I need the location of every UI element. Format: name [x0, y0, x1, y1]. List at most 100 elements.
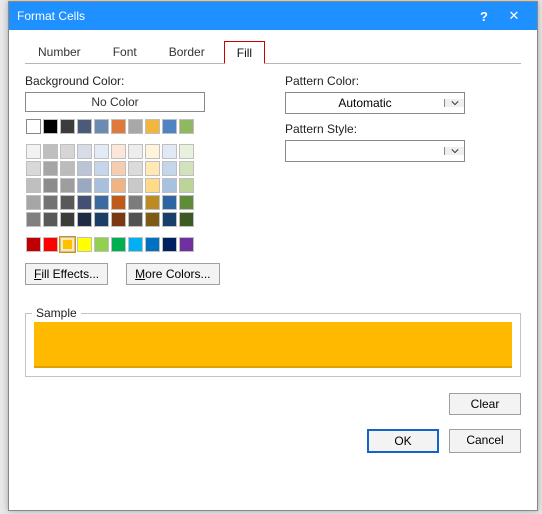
- color-swatch[interactable]: [94, 237, 109, 252]
- pattern-color-dropdown[interactable]: Automatic: [285, 92, 465, 114]
- color-swatch[interactable]: [26, 178, 41, 193]
- color-swatch[interactable]: [43, 144, 58, 159]
- color-swatch[interactable]: [179, 212, 194, 227]
- color-swatch[interactable]: [94, 119, 109, 134]
- color-swatch[interactable]: [77, 144, 92, 159]
- color-swatch[interactable]: [94, 144, 109, 159]
- sample-preview: [34, 322, 512, 368]
- color-swatch[interactable]: [111, 212, 126, 227]
- color-swatch[interactable]: [162, 178, 177, 193]
- color-swatch[interactable]: [60, 178, 75, 193]
- color-swatch[interactable]: [162, 237, 177, 252]
- color-swatch[interactable]: [128, 119, 143, 134]
- color-swatch[interactable]: [94, 178, 109, 193]
- color-swatch[interactable]: [26, 119, 41, 134]
- help-button[interactable]: ?: [469, 9, 499, 24]
- color-swatch[interactable]: [111, 237, 126, 252]
- color-swatch[interactable]: [111, 178, 126, 193]
- ok-button[interactable]: OK: [367, 429, 439, 453]
- color-swatch[interactable]: [179, 144, 194, 159]
- color-swatch[interactable]: [77, 212, 92, 227]
- color-swatch[interactable]: [77, 119, 92, 134]
- color-swatch[interactable]: [128, 195, 143, 210]
- color-swatch[interactable]: [179, 195, 194, 210]
- color-swatch[interactable]: [128, 237, 143, 252]
- color-swatch[interactable]: [179, 237, 194, 252]
- color-swatch[interactable]: [43, 195, 58, 210]
- titlebar[interactable]: Format Cells ? ✕: [9, 2, 537, 30]
- sample-fieldset: Sample: [25, 313, 521, 377]
- color-swatch[interactable]: [111, 119, 126, 134]
- color-swatch[interactable]: [77, 237, 92, 252]
- color-swatch[interactable]: [60, 212, 75, 227]
- color-swatch[interactable]: [162, 119, 177, 134]
- color-swatch[interactable]: [60, 237, 75, 252]
- color-swatch[interactable]: [145, 144, 160, 159]
- color-swatch[interactable]: [111, 144, 126, 159]
- format-cells-dialog: Format Cells ? ✕ Number Font Border Fill…: [8, 1, 538, 511]
- tab-strip: Number Font Border Fill: [25, 40, 521, 64]
- color-swatch[interactable]: [43, 212, 58, 227]
- color-swatch[interactable]: [77, 161, 92, 176]
- fill-effects-button[interactable]: Fill Effects...: [25, 263, 108, 285]
- color-swatch[interactable]: [145, 161, 160, 176]
- sample-label: Sample: [32, 306, 81, 320]
- color-swatch[interactable]: [128, 178, 143, 193]
- more-colors-label: ore Colors...: [145, 267, 210, 281]
- color-swatch[interactable]: [60, 144, 75, 159]
- color-swatch[interactable]: [145, 178, 160, 193]
- tab-number[interactable]: Number: [25, 40, 94, 63]
- chevron-down-icon: [444, 147, 464, 155]
- color-swatch[interactable]: [26, 237, 41, 252]
- color-swatch[interactable]: [26, 212, 41, 227]
- color-swatch[interactable]: [60, 161, 75, 176]
- tab-border[interactable]: Border: [156, 40, 218, 63]
- clear-button[interactable]: Clear: [449, 393, 521, 415]
- fill-effects-label: ill Effects...: [41, 267, 99, 281]
- pattern-style-dropdown[interactable]: [285, 140, 465, 162]
- color-swatch[interactable]: [145, 119, 160, 134]
- color-swatch[interactable]: [145, 212, 160, 227]
- color-swatch[interactable]: [128, 212, 143, 227]
- color-swatch[interactable]: [162, 144, 177, 159]
- tab-fill[interactable]: Fill: [224, 41, 265, 64]
- chevron-down-icon: [444, 99, 464, 107]
- color-swatch[interactable]: [145, 237, 160, 252]
- fill-panel: Background Color: No Color Fill Effects.…: [25, 64, 521, 453]
- color-swatch[interactable]: [94, 161, 109, 176]
- pattern-color-label: Pattern Color:: [285, 74, 521, 88]
- color-swatch[interactable]: [60, 195, 75, 210]
- color-swatch[interactable]: [43, 237, 58, 252]
- color-swatch[interactable]: [128, 161, 143, 176]
- color-swatch[interactable]: [77, 195, 92, 210]
- color-swatch[interactable]: [179, 119, 194, 134]
- color-swatch[interactable]: [94, 212, 109, 227]
- more-colors-button[interactable]: More Colors...: [126, 263, 219, 285]
- color-swatch[interactable]: [179, 161, 194, 176]
- no-color-button[interactable]: No Color: [25, 92, 205, 112]
- color-swatch-grid: [25, 118, 255, 253]
- color-swatch[interactable]: [94, 195, 109, 210]
- color-swatch[interactable]: [43, 178, 58, 193]
- window-title: Format Cells: [17, 9, 469, 23]
- color-swatch[interactable]: [26, 195, 41, 210]
- color-swatch[interactable]: [26, 161, 41, 176]
- color-swatch[interactable]: [43, 161, 58, 176]
- color-swatch[interactable]: [128, 144, 143, 159]
- color-swatch[interactable]: [26, 144, 41, 159]
- color-swatch[interactable]: [60, 119, 75, 134]
- color-swatch[interactable]: [179, 178, 194, 193]
- pattern-style-label: Pattern Style:: [285, 122, 521, 136]
- color-swatch[interactable]: [77, 178, 92, 193]
- tab-font[interactable]: Font: [100, 40, 150, 63]
- close-button[interactable]: ✕: [499, 8, 529, 24]
- cancel-button[interactable]: Cancel: [449, 429, 521, 453]
- color-swatch[interactable]: [162, 212, 177, 227]
- color-swatch[interactable]: [43, 119, 58, 134]
- color-swatch[interactable]: [145, 195, 160, 210]
- background-color-label: Background Color:: [25, 74, 255, 88]
- color-swatch[interactable]: [162, 161, 177, 176]
- color-swatch[interactable]: [162, 195, 177, 210]
- color-swatch[interactable]: [111, 161, 126, 176]
- color-swatch[interactable]: [111, 195, 126, 210]
